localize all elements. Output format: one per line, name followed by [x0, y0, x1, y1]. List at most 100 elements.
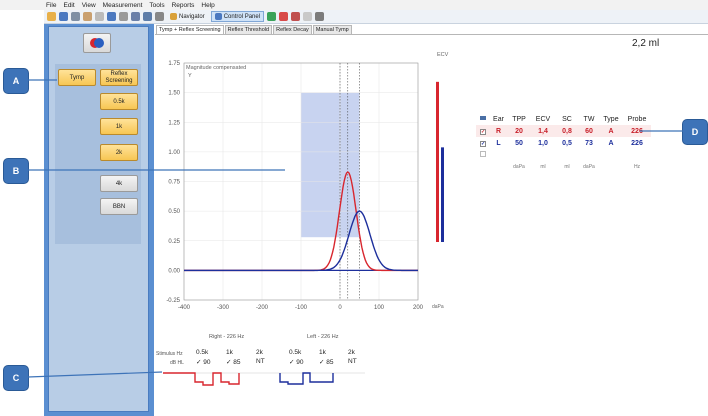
x-tick-label: 0: [338, 305, 342, 311]
callout-d: D: [683, 120, 707, 144]
y-tick-label: 0.00: [168, 268, 180, 274]
x-unit-label: daPa: [432, 304, 444, 310]
cell-ear: R: [495, 127, 502, 135]
help-icon[interactable]: [155, 12, 164, 21]
control-panel-inner: Tymp Reflex Screening 0.5k 1k 2k 4k BBN: [48, 26, 149, 412]
ear-switch-icon: [90, 38, 104, 48]
y-tick-label: -0.25: [166, 298, 180, 304]
db-label: dB HL: [170, 360, 184, 366]
freq-0-5k-button[interactable]: 0.5k: [100, 93, 138, 110]
right-reflex-title: Right - 226 Hz: [209, 334, 245, 340]
navigator-button[interactable]: Navigator: [167, 11, 208, 22]
col-ecv: ECV: [535, 115, 551, 123]
open-icon[interactable]: [47, 12, 56, 21]
cell-probe: 226: [631, 127, 643, 135]
tymp-label: Tymp: [69, 74, 85, 81]
menu-item[interactable]: Measurement: [103, 2, 143, 9]
cell-ear: L: [496, 139, 501, 147]
col-ear: Ear: [493, 115, 504, 123]
col-tpp: TPP: [512, 115, 526, 123]
tab-tymp-reflex[interactable]: Tymp + Reflex Screening: [156, 25, 224, 34]
freq-1k-button[interactable]: 1k: [100, 118, 138, 135]
monitor-icon[interactable]: [131, 12, 140, 21]
x-tick-label: -100: [295, 305, 308, 311]
print-icon[interactable]: [71, 12, 80, 21]
left-reflex-title: Left - 226 Hz: [307, 334, 339, 340]
calendar-icon[interactable]: [143, 12, 152, 21]
flag-icon[interactable]: [267, 12, 277, 21]
undo-icon[interactable]: [83, 12, 92, 21]
tab-reflex-decay[interactable]: Reflex Decay: [273, 25, 312, 34]
tab-manual-tymp[interactable]: Manual Tymp: [312, 25, 352, 34]
cell-probe: 226: [631, 139, 643, 147]
col-tw: TW: [583, 115, 595, 123]
reflex-screening-button[interactable]: Reflex Screening: [100, 69, 138, 86]
counter-icon[interactable]: [315, 12, 325, 21]
unit-ecv: ml: [540, 164, 546, 170]
cell-type: A: [608, 139, 614, 147]
right-val-1: ✓ 85: [226, 359, 241, 366]
right-freq-0: 0.5k: [196, 349, 209, 356]
left-freq-0: 0.5k: [289, 349, 302, 356]
tab-reflex-threshold[interactable]: Reflex Threshold: [224, 25, 273, 34]
freq-4k-button[interactable]: 4k: [100, 175, 138, 192]
control-panel-button[interactable]: Control Panel: [210, 11, 265, 22]
graph-annotation: Magnitude compensated: [186, 65, 247, 71]
right-val-0: ✓ 90: [196, 359, 211, 366]
left-val-1: ✓ 85: [319, 359, 334, 366]
menu-item[interactable]: View: [82, 2, 96, 9]
reflex-screening-label: Reflex Screening: [105, 70, 133, 84]
freq-label: 1k: [115, 123, 123, 130]
patient-icon[interactable]: [107, 12, 116, 21]
save-icon[interactable]: [59, 12, 68, 21]
row-checkbox[interactable]: ✓: [480, 128, 486, 135]
unit-tpp: daPa: [513, 164, 525, 170]
unit-probe: Hz: [633, 164, 641, 170]
cell-ecv: 1,4: [538, 127, 548, 135]
freq-label: 4k: [115, 180, 123, 187]
control-panel: Tymp Reflex Screening 0.5k 1k 2k 4k BBN: [44, 24, 154, 416]
menu-item[interactable]: Help: [201, 2, 214, 9]
cell-sc: 0,5: [562, 139, 572, 147]
tab-divider: [155, 34, 708, 35]
menu-item[interactable]: Reports: [172, 2, 195, 9]
callout-a: A: [4, 69, 28, 93]
navigator-icon: [170, 13, 177, 20]
right-freq-2: 2k: [256, 349, 263, 356]
results-header-row: Ear TPP ECV SC TW Type Probe: [476, 113, 651, 125]
chart-icon[interactable]: [291, 12, 301, 21]
edit-icon[interactable]: [119, 12, 128, 21]
pressure-window: [301, 92, 360, 238]
printer-icon[interactable]: [479, 114, 487, 122]
reflex-traces: [163, 372, 365, 386]
y-tick-label: 1.00: [168, 150, 180, 156]
tympanogram-chart: -400 -300 -200 -100 0 100 200 1.75 1.50 1.25 1.00 0…: [166, 61, 423, 311]
toolbar: Navigator Control Panel: [44, 10, 708, 24]
units-row: daPa ml ml daPa Hz: [476, 161, 651, 173]
menu-item[interactable]: File: [46, 2, 56, 9]
callout-b: B: [4, 159, 28, 183]
menu-item[interactable]: Tools: [149, 2, 164, 9]
switch-ear-button[interactable]: [83, 33, 111, 53]
cell-ecv: 1,0: [538, 139, 548, 147]
unit-tw: daPa: [583, 164, 595, 170]
table-row-empty: [476, 149, 651, 161]
redo-icon[interactable]: [95, 12, 104, 21]
row-checkbox[interactable]: ✓: [480, 140, 486, 147]
y-tick-label: 0.25: [168, 239, 180, 245]
cell-tw: 60: [585, 127, 593, 135]
protocol-group: Tymp Reflex Screening 0.5k 1k 2k 4k BBN: [55, 64, 141, 244]
left-reflex-trace: [279, 372, 334, 385]
navigator-label: Navigator: [179, 13, 205, 20]
col-type: Type: [603, 115, 619, 123]
left-val-0: ✓ 90: [289, 359, 304, 366]
tymp-button[interactable]: Tymp: [58, 69, 96, 86]
row-checkbox[interactable]: [480, 151, 486, 157]
tools-icon[interactable]: [279, 12, 289, 21]
freq-bbn-button[interactable]: BBN: [100, 198, 138, 215]
ecv-bar-left: [441, 147, 444, 242]
settings-icon[interactable]: [303, 12, 313, 21]
menu-item[interactable]: Edit: [63, 2, 74, 9]
graph-annotation-y: Y: [188, 73, 192, 79]
freq-2k-button[interactable]: 2k: [100, 144, 138, 161]
